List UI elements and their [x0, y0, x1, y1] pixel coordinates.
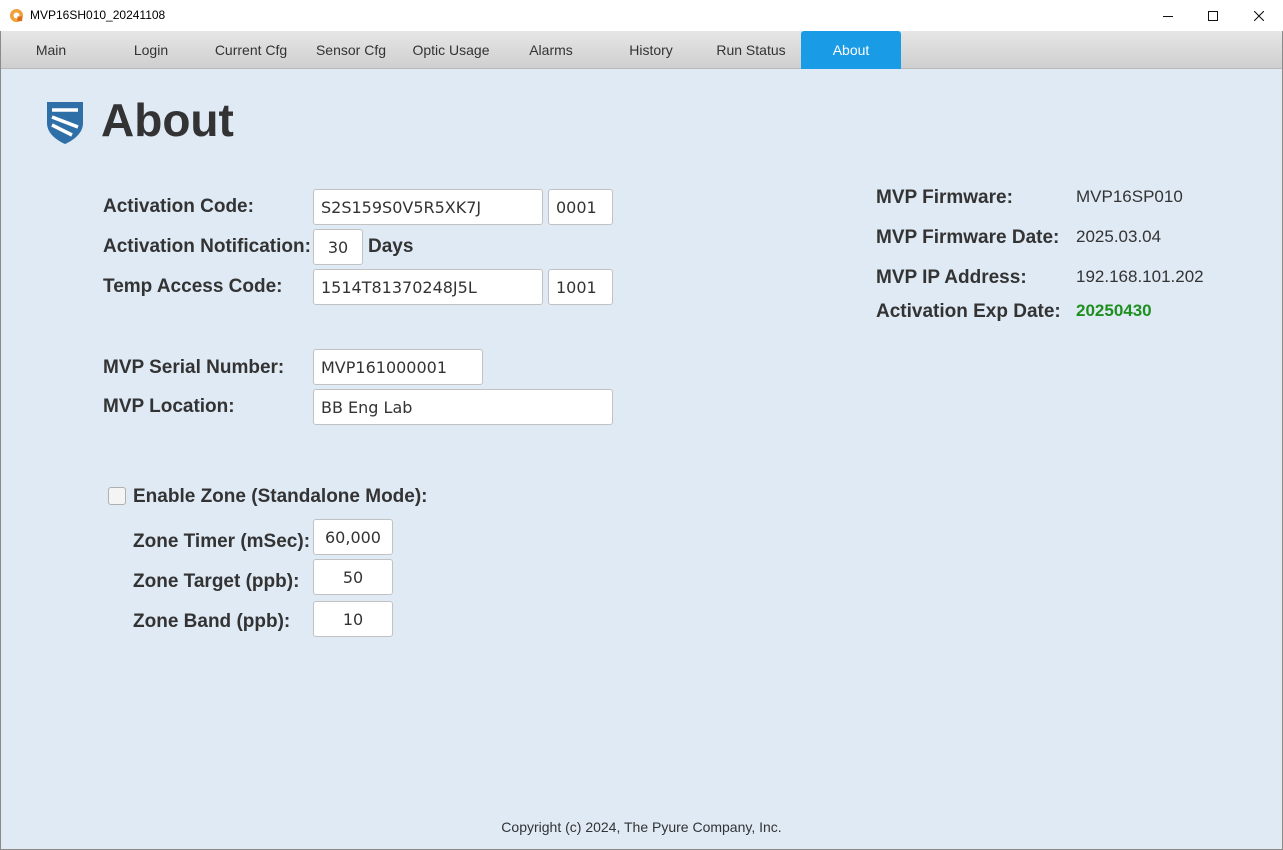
close-icon — [1254, 10, 1264, 21]
location-input[interactable]: BB Eng Lab — [313, 389, 613, 425]
temp-access-code-label: Temp Access Code: — [103, 276, 283, 297]
zone-timer-label: Zone Timer (mSec): — [133, 531, 311, 552]
tab-run-status[interactable]: Run Status — [701, 31, 801, 69]
ip-address-label: MVP IP Address: — [876, 267, 1027, 288]
zone-timer-input[interactable]: 60,000 — [313, 519, 393, 555]
tab-bar: Main Login Current Cfg Sensor Cfg Optic … — [0, 31, 1283, 69]
minimize-button[interactable] — [1145, 0, 1191, 31]
location-label: MVP Location: — [103, 396, 235, 417]
firmware-date-value: 2025.03.04 — [1076, 227, 1162, 246]
tab-alarms[interactable]: Alarms — [501, 31, 601, 69]
maximize-button[interactable] — [1190, 0, 1236, 31]
window-title: MVP16SH010_20241108 — [30, 8, 166, 22]
activation-notification-unit: Days — [368, 236, 414, 257]
window-border-left — [0, 31, 1, 850]
app-icon — [9, 8, 24, 23]
activation-code-label: Activation Code: — [103, 196, 254, 217]
zone-band-label: Zone Band (ppb): — [133, 611, 291, 632]
activation-notification-input[interactable]: 30 — [313, 229, 363, 265]
tab-login[interactable]: Login — [101, 31, 201, 69]
firmware-date-label: MVP Firmware Date: — [876, 227, 1060, 248]
copyright-footer: Copyright (c) 2024, The Pyure Company, I… — [501, 819, 782, 835]
minimize-icon — [1163, 15, 1173, 17]
close-button[interactable] — [1236, 0, 1282, 31]
content-panel — [1, 69, 1282, 849]
activation-code-suffix-input[interactable]: 0001 — [548, 189, 613, 225]
tab-current-cfg[interactable]: Current Cfg — [201, 31, 301, 69]
maximize-icon — [1208, 10, 1218, 21]
tab-optic-usage[interactable]: Optic Usage — [401, 31, 501, 69]
serial-number-label: MVP Serial Number: — [103, 357, 285, 378]
firmware-label: MVP Firmware: — [876, 187, 1013, 208]
tab-main[interactable]: Main — [1, 31, 101, 69]
ip-address-value: 192.168.101.202 — [1076, 267, 1204, 286]
temp-access-code-input[interactable]: 1514T81370248J5L — [313, 269, 543, 305]
enable-zone-label: Enable Zone (Standalone Mode): — [133, 486, 428, 507]
activation-exp-value: 20250430 — [1076, 301, 1152, 320]
activation-code-input[interactable]: S2S159S0V5R5XK7J — [313, 189, 543, 225]
title-bar: MVP16SH010_20241108 — [0, 0, 1283, 31]
zone-band-input[interactable]: 10 — [313, 601, 393, 637]
tab-sensor-cfg[interactable]: Sensor Cfg — [301, 31, 401, 69]
firmware-value: MVP16SP010 — [1076, 187, 1183, 206]
serial-number-input[interactable]: MVP161000001 — [313, 349, 483, 385]
shield-logo-icon — [47, 102, 83, 144]
tab-history[interactable]: History — [601, 31, 701, 69]
zone-target-input[interactable]: 50 — [313, 559, 393, 595]
zone-target-label: Zone Target (ppb): — [133, 571, 300, 592]
activation-exp-label: Activation Exp Date: — [876, 301, 1061, 322]
tab-about[interactable]: About — [801, 31, 901, 69]
enable-zone-checkbox[interactable] — [108, 487, 126, 505]
temp-access-code-suffix-input[interactable]: 1001 — [548, 269, 613, 305]
activation-notification-label: Activation Notification: — [103, 236, 311, 257]
page-title: About — [101, 94, 234, 146]
